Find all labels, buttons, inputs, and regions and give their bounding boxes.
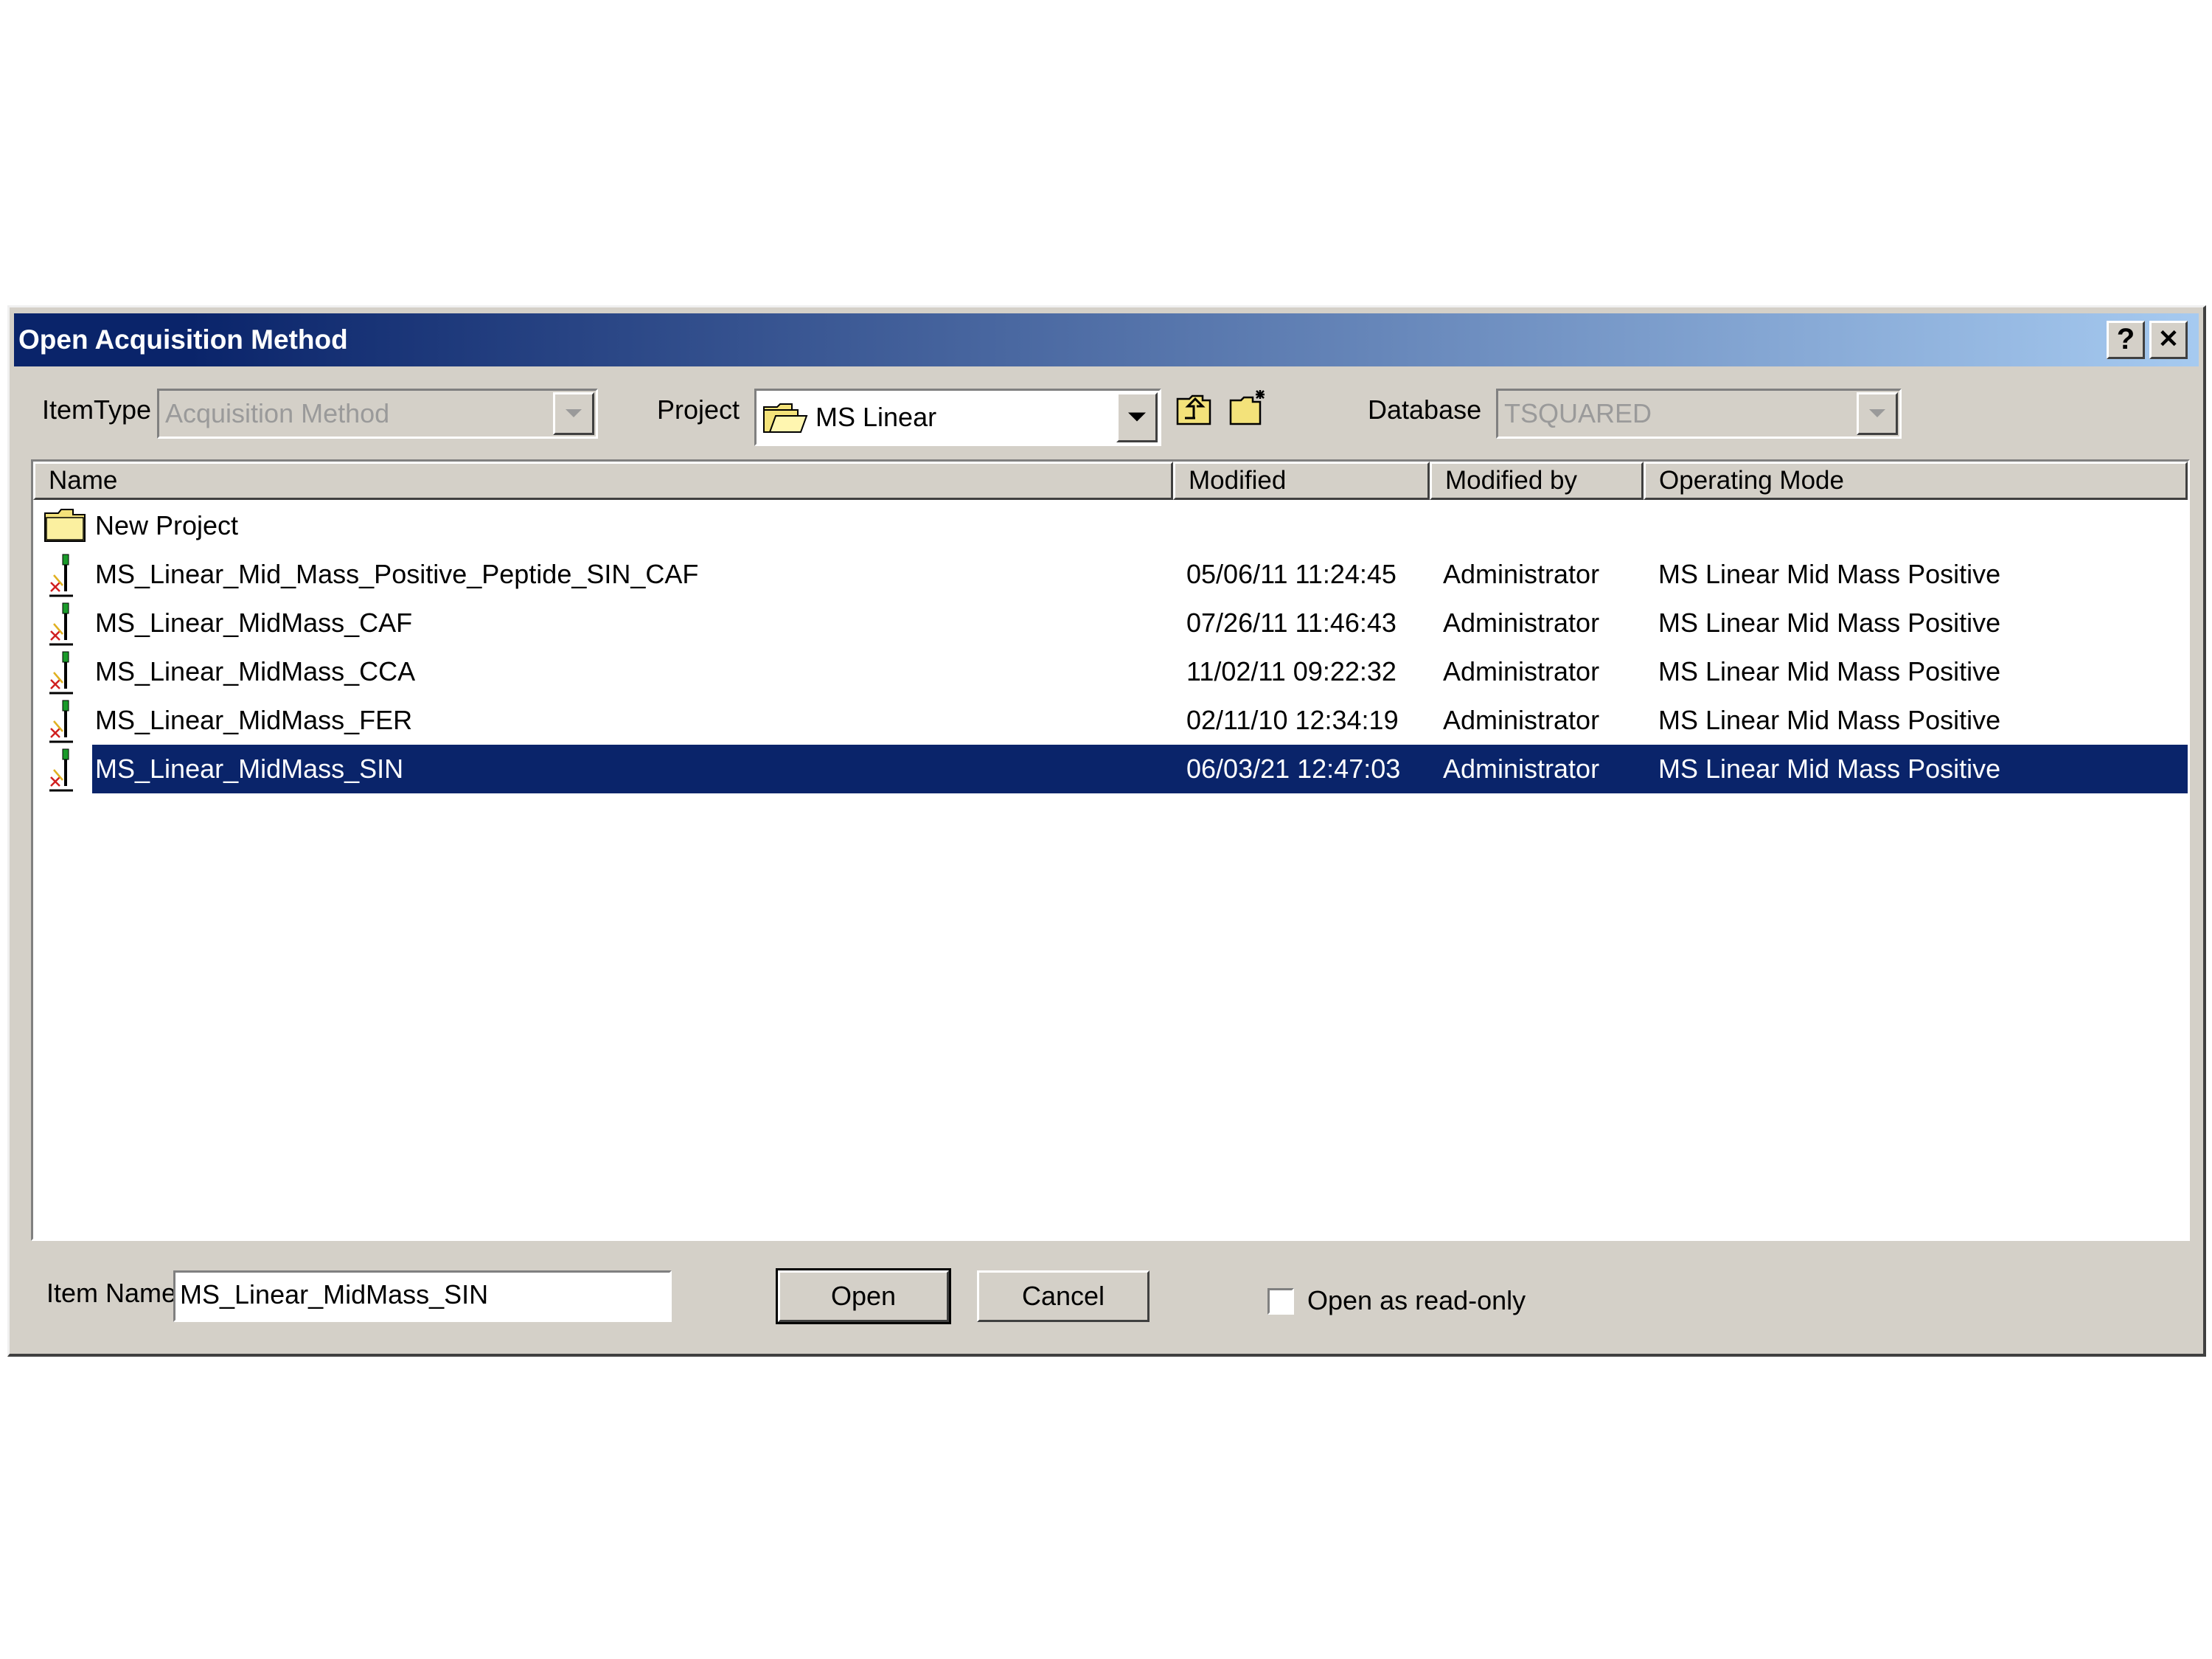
read-only-checkbox[interactable]	[1267, 1288, 1294, 1315]
item-name: MS_Linear_MidMass_FER	[95, 705, 413, 735]
item-modified-by: Administrator	[1443, 705, 1600, 735]
method-icon	[46, 748, 76, 796]
open-button[interactable]: Open	[776, 1268, 951, 1324]
method-icon	[46, 699, 76, 747]
item-modified: 06/03/21 12:47:03	[1186, 754, 1401, 784]
dialog-title: Open Acquisition Method	[18, 324, 348, 355]
column-header-operating-mode[interactable]: Operating Mode	[1644, 462, 2188, 500]
item-operating-mode: MS Linear Mid Mass Positive	[1658, 656, 2001, 686]
item-modified: 02/11/10 12:34:19	[1186, 705, 1399, 735]
itemtype-value: Acquisition Method	[165, 398, 390, 428]
item-modified-by: Administrator	[1443, 559, 1600, 589]
project-combo[interactable]: MS Linear	[754, 389, 1161, 446]
item-name-label: Item Name	[46, 1278, 177, 1308]
item-operating-mode: MS Linear Mid Mass Positive	[1658, 705, 2001, 735]
item-operating-mode: MS Linear Mid Mass Positive	[1658, 608, 2001, 638]
chevron-down-icon	[1869, 409, 1885, 417]
item-name: MS_Linear_Mid_Mass_Positive_Peptide_SIN_…	[95, 559, 699, 589]
item-modified-by: Administrator	[1443, 656, 1600, 686]
itemtype-combo: Acquisition Method	[157, 389, 598, 439]
read-only-label[interactable]: Open as read-only	[1307, 1285, 1526, 1316]
list-header: Name Modified Modified by Operating Mode	[33, 462, 2188, 500]
help-button[interactable]: ?	[2107, 321, 2145, 359]
column-header-name[interactable]: Name	[33, 462, 1173, 500]
project-dropdown-arrow[interactable]	[1116, 392, 1158, 442]
list-item-selected[interactable]: MS_Linear_MidMass_SIN 06/03/21 12:47:03 …	[33, 745, 2188, 793]
item-modified-by: Administrator	[1443, 754, 1600, 784]
itemtype-label: ItemType	[42, 394, 152, 425]
title-bar[interactable]: Open Acquisition Method ? ✕	[14, 313, 2199, 366]
method-icon	[46, 553, 76, 601]
close-button[interactable]: ✕	[2149, 321, 2188, 359]
database-combo: TSQUARED	[1496, 389, 1902, 439]
database-dropdown-arrow	[1857, 392, 1898, 435]
column-header-modified-by[interactable]: Modified by	[1430, 462, 1644, 500]
item-name: MS_Linear_MidMass_SIN	[95, 754, 404, 784]
open-acquisition-method-dialog: Open Acquisition Method ? ✕ ItemType Acq…	[7, 305, 2206, 1357]
new-folder-icon[interactable]	[1229, 389, 1269, 431]
list-item[interactable]: MS_Linear_Mid_Mass_Positive_Peptide_SIN_…	[33, 550, 2188, 599]
database-value: TSQUARED	[1504, 398, 1652, 428]
folder-icon	[44, 507, 88, 548]
project-value: MS Linear	[815, 402, 937, 432]
method-list[interactable]: Name Modified Modified by Operating Mode…	[31, 459, 2190, 1241]
chevron-down-icon	[1128, 412, 1146, 422]
item-name: MS_Linear_MidMass_CAF	[95, 608, 413, 638]
folder-open-icon	[762, 401, 808, 439]
list-item[interactable]: New Project	[33, 501, 2188, 550]
itemtype-dropdown-arrow	[553, 392, 594, 435]
method-icon	[46, 650, 76, 698]
item-operating-mode: MS Linear Mid Mass Positive	[1658, 754, 2001, 784]
method-icon	[46, 602, 76, 650]
item-modified: 05/06/11 11:24:45	[1186, 559, 1397, 589]
item-name: MS_Linear_MidMass_CCA	[95, 656, 416, 686]
cancel-button[interactable]: Cancel	[977, 1270, 1150, 1322]
column-header-modified[interactable]: Modified	[1173, 462, 1430, 500]
list-item[interactable]: MS_Linear_MidMass_CCA 11/02/11 09:22:32 …	[33, 647, 2188, 696]
item-operating-mode: MS Linear Mid Mass Positive	[1658, 559, 2001, 589]
up-folder-icon[interactable]	[1176, 394, 1213, 431]
item-name-field[interactable]: MS_Linear_MidMass_SIN	[173, 1270, 672, 1322]
item-modified: 11/02/11 09:22:32	[1186, 656, 1397, 686]
list-item[interactable]: MS_Linear_MidMass_FER 02/11/10 12:34:19 …	[33, 696, 2188, 745]
item-modified-by: Administrator	[1443, 608, 1600, 638]
item-name: New Project	[95, 510, 239, 540]
database-label: Database	[1368, 394, 1482, 425]
item-modified: 07/26/11 11:46:43	[1186, 608, 1397, 638]
project-label: Project	[657, 394, 740, 425]
chevron-down-icon	[566, 409, 582, 417]
list-item[interactable]: MS_Linear_MidMass_CAF 07/26/11 11:46:43 …	[33, 599, 2188, 647]
